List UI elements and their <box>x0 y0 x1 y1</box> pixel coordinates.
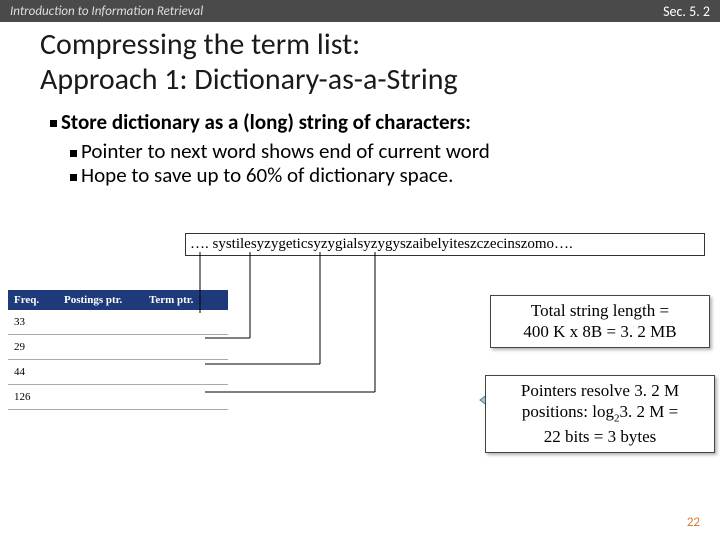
cell-freq: 44 <box>8 360 58 385</box>
box2-line3: 22 bits = 3 bytes <box>494 426 706 447</box>
cell-term <box>143 335 228 360</box>
dictionary-table: Freq. Postings ptr. Term ptr. 33 29 44 1… <box>8 290 228 410</box>
string-length-box: Total string length = 400 K x 8B = 3. 2 … <box>490 295 710 348</box>
pointer-size-box: Pointers resolve 3. 2 M positions: log23… <box>485 375 715 453</box>
dictionary-string-box: …. systilesyzygeticsyzygialsyzygyszaibel… <box>185 233 705 256</box>
cell-term <box>143 310 228 335</box>
bullet-sub1-text: Pointer to next word shows end of curren… <box>81 138 490 164</box>
cell-term <box>143 360 228 385</box>
bullet-main: Store dictionary as a (long) string of c… <box>50 109 690 135</box>
cell-freq: 33 <box>8 310 58 335</box>
table-header-row: Freq. Postings ptr. Term ptr. <box>8 290 228 310</box>
header-left: Introduction to Information Retrieval <box>10 4 203 19</box>
table-row: 44 <box>8 360 228 385</box>
box2-line2: positions: log23. 2 M = <box>494 401 706 426</box>
header-bar: Introduction to Information Retrieval Se… <box>0 0 720 22</box>
table-row: 126 <box>8 385 228 410</box>
bullet-sub-1: Pointer to next word shows end of curren… <box>70 139 690 163</box>
cell-freq: 126 <box>8 385 58 410</box>
square-bullet-icon <box>50 120 57 127</box>
square-bullet-icon <box>70 150 77 157</box>
bullet-sub-2: Hope to save up to 60% of dictionary spa… <box>70 163 690 187</box>
box1-line1: Total string length = <box>499 300 701 321</box>
square-bullet-icon <box>70 174 77 181</box>
slide-title: Compressing the term list: Approach 1: D… <box>0 22 720 109</box>
title-line-2: Approach 1: Dictionary-as-a-String <box>40 63 690 98</box>
cell-term <box>143 385 228 410</box>
page-number: 22 <box>687 515 700 530</box>
th-freq: Freq. <box>8 290 58 310</box>
table-row: 33 <box>8 310 228 335</box>
title-line-1: Compressing the term list: <box>40 28 690 63</box>
th-postings: Postings ptr. <box>58 290 143 310</box>
th-term: Term ptr. <box>143 290 228 310</box>
cell-postings <box>58 335 143 360</box>
box1-line2: 400 K x 8B = 3. 2 MB <box>499 321 701 342</box>
cell-postings <box>58 360 143 385</box>
content-area: Store dictionary as a (long) string of c… <box>0 109 720 188</box>
table-row: 29 <box>8 335 228 360</box>
bullet-sub2-text: Hope to save up to 60% of dictionary spa… <box>81 162 453 188</box>
box2-line1: Pointers resolve 3. 2 M <box>494 380 706 401</box>
header-section: Sec. 5. 2 <box>663 3 710 20</box>
bullet-main-text: Store dictionary as a (long) string of c… <box>61 109 471 135</box>
cell-postings <box>58 310 143 335</box>
cell-postings <box>58 385 143 410</box>
cell-freq: 29 <box>8 335 58 360</box>
